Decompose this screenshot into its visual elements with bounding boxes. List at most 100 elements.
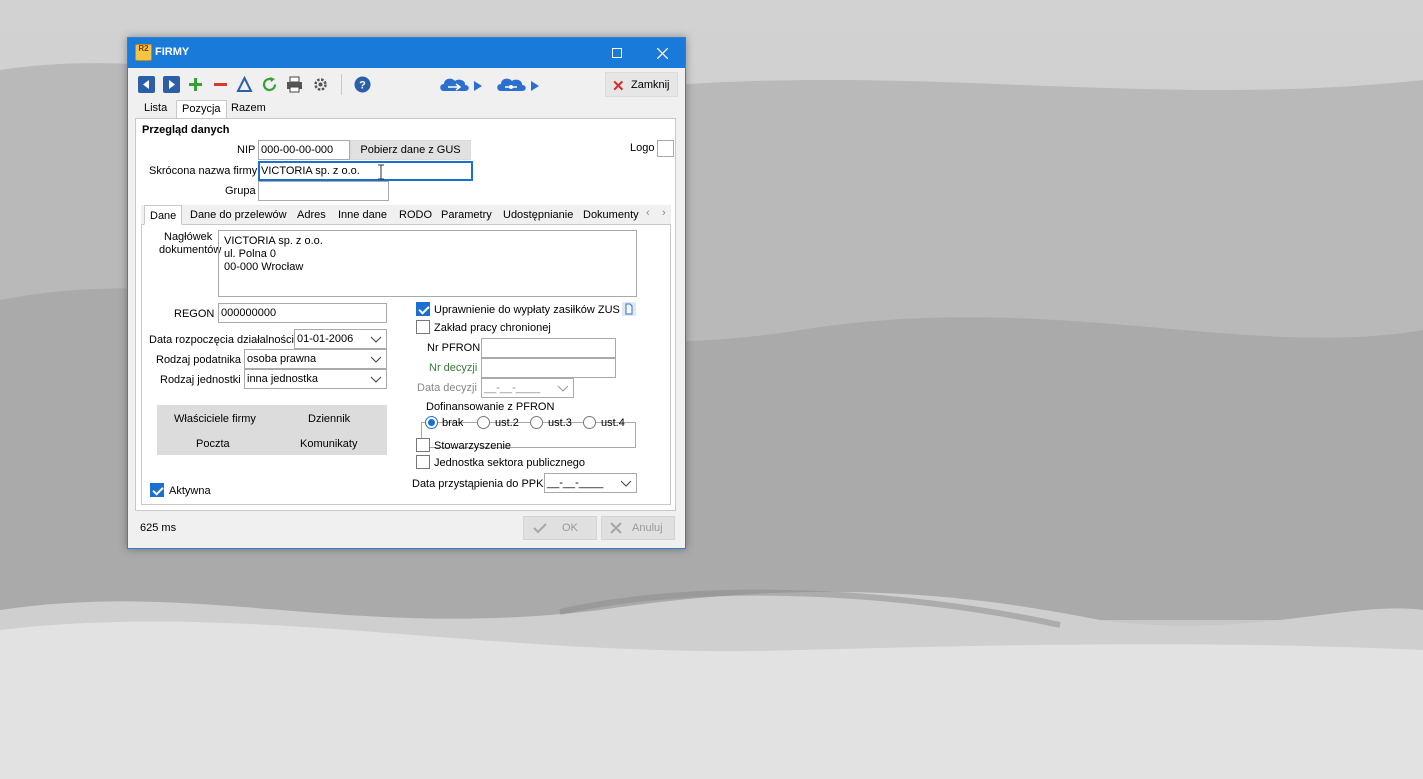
cloud-sync-icon[interactable] bbox=[495, 75, 543, 94]
help-icon[interactable]: ? bbox=[354, 76, 371, 93]
settings-icon[interactable] bbox=[312, 76, 329, 93]
radio-ust3[interactable] bbox=[530, 416, 543, 429]
header-line: ul. Polna 0 bbox=[224, 248, 276, 260]
content-panel: Przegląd danych NIP 000-00-00-000 Pobier… bbox=[135, 118, 676, 511]
tab-lista[interactable]: Lista bbox=[139, 100, 172, 118]
taxpayer-value: osoba prawna bbox=[247, 353, 317, 365]
maximize-button[interactable] bbox=[594, 38, 640, 68]
subtab-dokumenty[interactable]: Dokumenty bbox=[578, 205, 644, 225]
zus-label: Uprawnienie do wypłaty zasiłków ZUS bbox=[434, 304, 620, 316]
window-close-button[interactable] bbox=[639, 38, 685, 68]
subtab-rodo[interactable]: RODO bbox=[394, 205, 437, 225]
firmy-window: R2 FIRMY ? ✕ Zamknij Lista Pozycja Razem… bbox=[127, 37, 686, 549]
triangle-icon[interactable] bbox=[236, 76, 253, 93]
pfron-label: Nr PFRON bbox=[427, 342, 481, 354]
subtab-inne-dane[interactable]: Inne dane bbox=[333, 205, 392, 225]
protected-checkbox[interactable] bbox=[416, 320, 430, 334]
subtab-dane[interactable]: Dane bbox=[144, 205, 183, 225]
decision-no-label: Nr decyzji bbox=[429, 362, 478, 374]
radio-brak-label: brak bbox=[442, 417, 464, 429]
group-title: Przegląd danych bbox=[142, 124, 230, 136]
messages-button[interactable]: Komunikaty bbox=[300, 438, 357, 450]
pfron-field[interactable] bbox=[481, 338, 616, 358]
logo-box[interactable] bbox=[657, 140, 674, 157]
chevron-down-icon bbox=[557, 385, 569, 392]
document-header-textarea[interactable]: VICTORIA sp. z o.o. ul. Polna 0 00-000 W… bbox=[218, 230, 637, 297]
decision-date-label: Data decyzji bbox=[417, 382, 477, 394]
zus-checkbox[interactable] bbox=[416, 302, 430, 316]
tab-pozycja[interactable]: Pozycja bbox=[176, 100, 227, 118]
toolbar-separator bbox=[341, 74, 342, 95]
nip-label: NIP bbox=[237, 144, 256, 156]
plus-icon[interactable] bbox=[187, 76, 204, 93]
decision-no-field[interactable] bbox=[481, 358, 616, 378]
cloud-upload-icon[interactable] bbox=[438, 75, 486, 94]
start-date-label: Data rozpoczęcia działalności bbox=[149, 334, 294, 346]
ppk-label: Data przystąpienia do PPK bbox=[412, 478, 544, 490]
header-label-2: dokumentów bbox=[159, 244, 222, 256]
print-icon[interactable] bbox=[286, 76, 303, 93]
cancel-x-icon bbox=[610, 522, 622, 534]
document-icon[interactable] bbox=[622, 302, 636, 316]
tab-razem[interactable]: Razem bbox=[226, 100, 271, 118]
unit-value: inna jednostka bbox=[247, 373, 318, 385]
ok-button[interactable]: OK bbox=[523, 516, 597, 540]
title-bar[interactable]: R2 FIRMY bbox=[128, 38, 685, 68]
action-buttons: Właściciele firmy Dziennik Poczta Komuni… bbox=[157, 405, 387, 455]
association-label: Stowarzyszenie bbox=[434, 440, 512, 452]
owners-button[interactable]: Właściciele firmy bbox=[174, 413, 256, 425]
pfron-group-label: Dofinansowanie z PFRON bbox=[424, 401, 557, 413]
zamknij-button[interactable]: ✕ Zamknij bbox=[605, 72, 678, 97]
subtab-adres[interactable]: Adres bbox=[292, 205, 331, 225]
radio-brak[interactable] bbox=[425, 416, 438, 429]
radio-ust3-label: ust.3 bbox=[548, 417, 572, 429]
maximize-icon bbox=[612, 48, 622, 58]
association-checkbox[interactable] bbox=[416, 438, 430, 452]
scroll-left-icon[interactable]: ‹ bbox=[646, 207, 650, 219]
ok-label: OK bbox=[562, 522, 578, 534]
toolbar: ? ✕ Zamknij bbox=[128, 68, 685, 100]
close-x-icon: ✕ bbox=[612, 78, 625, 95]
scroll-right-icon[interactable]: › bbox=[662, 207, 666, 219]
status-text: 625 ms bbox=[140, 522, 177, 534]
chevron-down-icon bbox=[370, 376, 382, 383]
refresh-icon[interactable] bbox=[261, 76, 278, 93]
protected-label: Zakład pracy chronionej bbox=[434, 322, 551, 334]
mail-button[interactable]: Poczta bbox=[196, 438, 230, 450]
subtab-dane-do-przelewow[interactable]: Dane do przelewów bbox=[185, 205, 292, 225]
start-date-field[interactable]: 01-01-2006 bbox=[294, 329, 387, 349]
journal-button[interactable]: Dziennik bbox=[308, 413, 350, 425]
close-icon bbox=[656, 47, 668, 60]
gus-button[interactable]: Pobierz dane z GUS bbox=[350, 140, 471, 160]
chevron-down-icon bbox=[620, 480, 632, 487]
decision-date-value: __-__-____ bbox=[484, 382, 541, 394]
minus-icon[interactable] bbox=[212, 76, 229, 93]
subtab-udostepnianie[interactable]: Udostępnianie bbox=[498, 205, 578, 225]
cancel-button[interactable]: Anuluj bbox=[601, 516, 675, 540]
active-label: Aktywna bbox=[169, 485, 211, 497]
active-checkbox[interactable] bbox=[150, 483, 164, 497]
taxpayer-label: Rodzaj podatnika bbox=[156, 354, 242, 366]
unit-select[interactable]: inna jednostka bbox=[244, 369, 387, 389]
taxpayer-select[interactable]: osoba prawna bbox=[244, 349, 387, 369]
nip-field[interactable]: 000-00-00-000 bbox=[258, 140, 350, 160]
decision-date-field[interactable]: __-__-____ bbox=[481, 378, 574, 398]
short-name-field[interactable]: VICTORIA sp. z o.o. bbox=[258, 161, 473, 181]
app-icon: R2 bbox=[135, 44, 152, 61]
radio-ust2[interactable] bbox=[477, 416, 490, 429]
regon-field[interactable]: 000000000 bbox=[218, 303, 387, 323]
cancel-label: Anuluj bbox=[632, 522, 663, 534]
chevron-down-icon bbox=[370, 356, 382, 363]
group-field[interactable] bbox=[258, 181, 389, 201]
arrow-left-icon[interactable] bbox=[138, 76, 155, 93]
subtab-parametry[interactable]: Parametry bbox=[436, 205, 497, 225]
public-sector-checkbox[interactable] bbox=[416, 455, 430, 469]
header-line: VICTORIA sp. z o.o. bbox=[224, 235, 323, 247]
short-name-label: Skrócona nazwa firmy bbox=[149, 165, 258, 177]
radio-ust4[interactable] bbox=[583, 416, 596, 429]
regon-label: REGON bbox=[174, 308, 215, 320]
arrow-right-icon[interactable] bbox=[163, 76, 180, 93]
chevron-down-icon bbox=[370, 336, 382, 343]
ppk-date-field[interactable]: __-__-____ bbox=[544, 473, 637, 493]
public-sector-label: Jednostka sektora publicznego bbox=[434, 457, 586, 469]
